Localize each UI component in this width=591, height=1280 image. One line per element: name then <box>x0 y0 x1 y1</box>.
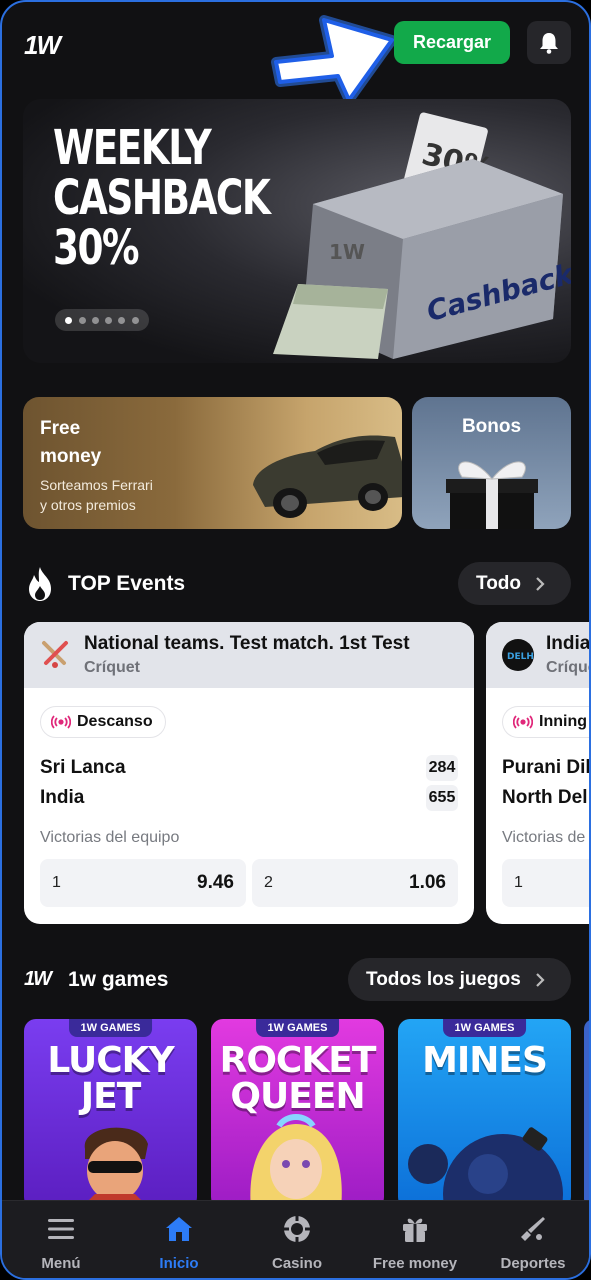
top-events-title: TOP Events <box>68 572 186 595</box>
app-screen: 1W Recargar WEEKLY CASHBACK 30% 30% Cash… <box>0 0 591 1280</box>
gift-icon <box>403 1218 427 1242</box>
game-name: LUCKY JET <box>47 1040 174 1117</box>
nav-label: Free money <box>372 1255 458 1272</box>
slide-indicator[interactable] <box>55 309 149 331</box>
game-card-rocket-queen[interactable]: 1W GAMES ROCKET QUEEN <box>211 1019 384 1209</box>
live-status-text: Descanso <box>77 713 153 730</box>
cricket-icon <box>42 641 68 668</box>
live-broadcast-icon <box>51 715 71 729</box>
mine-bomb-image <box>408 1127 563 1209</box>
live-status-badge: Descanso <box>40 706 166 738</box>
games-title: 1w games <box>68 968 169 991</box>
team-home: Purani Dil <box>502 757 591 778</box>
lucky-jet-character-image <box>80 1127 150 1209</box>
game-name: MINES <box>422 1040 548 1081</box>
odd-button-1[interactable]: 1 9.46 <box>40 859 246 907</box>
svg-text:1W: 1W <box>329 240 365 264</box>
gift-box-image <box>446 461 538 529</box>
game-tag: 1W GAMES <box>255 1019 340 1037</box>
live-broadcast-icon <box>513 715 533 729</box>
nav-sports[interactable]: Deportes <box>494 1201 572 1278</box>
live-status-text: Inning <box>539 713 587 730</box>
event-card-header: DELHI India Críque <box>486 622 591 688</box>
event-card-header: National teams. Test match. 1st Test Crí… <box>24 622 474 688</box>
svg-text:DELHI: DELHI <box>507 652 534 662</box>
event-card[interactable]: DELHI India Críque Inning Purani Dil Nor… <box>486 622 591 924</box>
nav-label: Casino <box>271 1255 322 1272</box>
promo-banner[interactable]: WEEKLY CASHBACK 30% 30% Cashback 1W <box>23 99 571 363</box>
brand-logo[interactable]: 1W <box>24 30 61 61</box>
free-money-title: Free money <box>40 418 102 467</box>
cashback-machine-image: 30% Cashback 1W <box>273 112 571 359</box>
live-status-badge: Inning <box>502 706 589 738</box>
odd-value: 1.06 <box>409 872 446 893</box>
chevron-right-icon <box>536 972 545 987</box>
market-name: Victorias del equipo <box>40 829 180 846</box>
home-icon <box>166 1217 192 1241</box>
team-away: India <box>40 787 85 808</box>
nav-free-money[interactable]: Free money <box>366 1201 464 1278</box>
event-sport: Críquet <box>84 659 140 676</box>
event-league: India <box>546 633 591 654</box>
nav-label: Inicio <box>159 1255 199 1272</box>
score-away: 655 <box>426 785 458 811</box>
team-away: North Del <box>502 787 588 808</box>
menu-icon <box>48 1219 74 1239</box>
odd-value: 9.46 <box>197 872 234 893</box>
slide-dot[interactable] <box>65 316 73 324</box>
all-games-label: Todos los juegos <box>366 968 521 990</box>
score-home: 284 <box>426 755 458 781</box>
nav-label: Menú <box>41 1255 81 1272</box>
all-games-button[interactable]: Todos los juegos <box>348 958 571 1001</box>
top-events-all-button[interactable]: Todo <box>458 562 571 605</box>
game-card-lucky-jet[interactable]: 1W GAMES LUCKY JET <box>24 1019 197 1209</box>
free-money-card[interactable]: Free money Sorteamos Ferrari y otros pre… <box>23 397 402 529</box>
banner-title: WEEKLY CASHBACK 30% <box>53 120 271 276</box>
bonos-card[interactable]: Bonos <box>412 397 571 529</box>
slide-dot[interactable] <box>131 316 139 324</box>
event-card[interactable]: National teams. Test match. 1st Test Crí… <box>24 622 474 924</box>
car-image <box>253 435 402 518</box>
league-logo-icon: DELHI <box>502 639 534 671</box>
nav-casino[interactable]: Casino <box>258 1201 336 1278</box>
event-sport: Críque <box>546 659 589 676</box>
recharge-button[interactable]: Recargar <box>394 21 510 64</box>
team-home: Sri Lanca <box>40 757 126 778</box>
sports-icon <box>521 1217 545 1241</box>
odd-outcome: 1 <box>52 874 61 891</box>
market-name: Victorias de <box>502 829 586 846</box>
game-card-mines[interactable]: 1W GAMES MINES <box>398 1019 571 1209</box>
odd-button-1[interactable]: 1 <box>502 859 589 907</box>
notifications-button[interactable] <box>527 21 571 64</box>
nav-home[interactable]: Inicio <box>140 1201 218 1278</box>
chevron-right-icon <box>536 576 545 591</box>
bottom-navigation: Menú Inicio Casino Free money Deportes <box>2 1200 589 1278</box>
free-money-subtitle: Sorteamos Ferrari y otros premios <box>40 477 153 513</box>
nav-label: Deportes <box>500 1255 566 1272</box>
fire-icon <box>29 567 51 601</box>
games-logo: 1W <box>24 968 52 990</box>
casino-chip-icon <box>284 1216 310 1242</box>
top-events-all-label: Todo <box>476 572 522 594</box>
bell-icon <box>540 32 558 54</box>
odd-outcome: 1 <box>514 874 523 891</box>
slide-dot[interactable] <box>78 316 86 324</box>
game-name: ROCKET QUEEN <box>219 1040 377 1117</box>
game-tag: 1W GAMES <box>442 1019 527 1037</box>
odd-outcome: 2 <box>264 874 273 891</box>
bonos-title: Bonos <box>461 416 522 437</box>
slide-dot[interactable] <box>105 316 113 324</box>
event-league: National teams. Test match. 1st Test <box>84 633 410 654</box>
rocket-queen-character-image <box>250 1114 342 1209</box>
game-tag: 1W GAMES <box>68 1019 153 1037</box>
slide-dot[interactable] <box>91 316 99 324</box>
nav-menu[interactable]: Menú <box>22 1201 100 1278</box>
game-card-partial[interactable] <box>584 1019 589 1209</box>
slide-dot[interactable] <box>118 316 126 324</box>
pointer-arrow-icon <box>271 15 397 105</box>
odd-button-2[interactable]: 2 1.06 <box>252 859 458 907</box>
